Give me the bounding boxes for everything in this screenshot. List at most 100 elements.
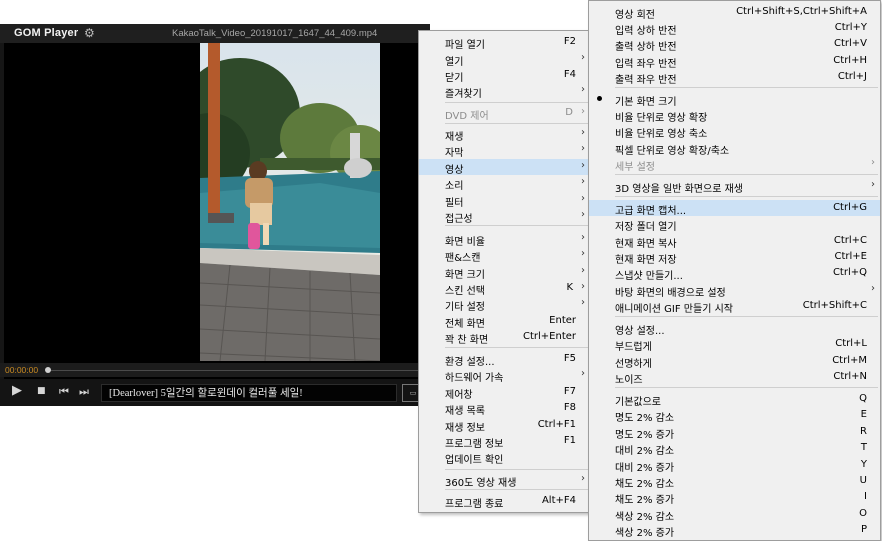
video-menu-item[interactable]: 영상 설정...	[589, 320, 880, 337]
main-menu-item-shortcut: F1	[563, 435, 576, 446]
main-menu-item-shortcut: F5	[563, 353, 576, 364]
video-menu-item-label: 명도 2% 감소	[615, 413, 675, 424]
video-menu-item-shortcut: R	[860, 426, 867, 437]
video-menu-item-shortcut: Ctrl+C	[833, 235, 867, 246]
video-menu-item[interactable]: 선명하게 Ctrl+M	[589, 353, 880, 370]
video-menu-item-label: 색상 2% 증가	[615, 528, 675, 539]
previous-icon[interactable]: ⏮	[59, 385, 69, 399]
video-menu-item[interactable]: 채도 2% 감소 U	[589, 473, 880, 490]
video-menu-item-shortcut: Ctrl+V	[833, 38, 867, 49]
main-menu-item[interactable]: 접근성 ›	[419, 208, 590, 225]
main-menu-item[interactable]: 재생 정보 Ctrl+F1	[419, 417, 590, 434]
video-menu-item-label: 노이즈	[615, 375, 643, 386]
stop-icon[interactable]: ■	[37, 386, 46, 396]
next-icon[interactable]: ⏭	[79, 385, 89, 399]
video-menu-item[interactable]: 명도 2% 증가 R	[589, 424, 880, 441]
main-menu-item[interactable]: 재생 ›	[419, 126, 590, 143]
submenu-arrow-icon: ›	[581, 473, 585, 484]
video-menu-item-shortcut: Ctrl+M	[832, 355, 867, 366]
main-menu-item[interactable]: 팬&스캔 ›	[419, 247, 590, 264]
seek-bar[interactable]: 00:00:00	[0, 363, 430, 377]
main-menu-item[interactable]: 화면 비율 ›	[419, 231, 590, 248]
main-menu-item[interactable]: 필터 ›	[419, 192, 590, 209]
menu-separator	[615, 316, 878, 317]
video-menu-item-label: 기본 화면 크기	[615, 97, 677, 108]
video-menu-item[interactable]: 노이즈 Ctrl+N	[589, 369, 880, 386]
video-menu-item[interactable]: 비율 단위로 영상 확장	[589, 107, 880, 124]
main-menu-item[interactable]: 전체 화면 Enter	[419, 313, 590, 330]
main-menu-item[interactable]: 자막 ›	[419, 142, 590, 159]
seek-track[interactable]	[48, 370, 426, 371]
main-menu-item[interactable]: 꽉 찬 화면 Ctrl+Enter	[419, 329, 590, 346]
main-menu-item[interactable]: 하드웨어 가속 ›	[419, 367, 590, 384]
gear-icon[interactable]: ⚙	[84, 26, 95, 40]
video-menu-item[interactable]: 비율 단위로 영상 축소	[589, 123, 880, 140]
menu-separator	[615, 87, 878, 88]
video-menu-item[interactable]: 스냅샷 만들기... Ctrl+Q	[589, 265, 880, 282]
menu-separator	[445, 469, 588, 470]
video-menu-item-shortcut: Ctrl+L	[835, 338, 867, 349]
video-menu-item-label: 영상 회전	[615, 10, 655, 21]
video-menu-item[interactable]: 대비 2% 감소 T	[589, 440, 880, 457]
main-menu-item[interactable]: 프로그램 정보 F1	[419, 433, 590, 450]
submenu-arrow-icon: ›	[871, 179, 875, 190]
main-menu-item-label: 영상	[445, 165, 464, 176]
video-menu-item-shortcut: Ctrl+N	[833, 371, 867, 382]
video-menu-item[interactable]: 대비 2% 증가 Y	[589, 457, 880, 474]
submenu-arrow-icon: ›	[581, 160, 585, 171]
video-menu-item[interactable]: 현재 화면 복사 Ctrl+C	[589, 233, 880, 250]
video-menu-item-shortcut: Ctrl+Shift+S,Ctrl+Shift+A	[736, 6, 867, 17]
main-menu-item[interactable]: 열기 ›	[419, 51, 590, 68]
main-menu-item-label: 업데이트 확인	[445, 455, 504, 466]
main-menu-item[interactable]: 기타 설정 ›	[419, 296, 590, 313]
video-menu-item[interactable]: 기본값으로 Q	[589, 391, 880, 408]
main-menu-item[interactable]: 소리 ›	[419, 175, 590, 192]
file-name: KakaoTalk_Video_20191017_1647_44_409.mp4	[172, 28, 378, 39]
main-menu-item[interactable]: 업데이트 확인	[419, 449, 590, 466]
video-menu-item[interactable]: 색상 2% 감소 O	[589, 506, 880, 523]
main-menu-item[interactable]: 환경 설정... F5	[419, 351, 590, 368]
main-menu-item[interactable]: 스킨 선택 K ›	[419, 280, 590, 297]
main-menu-item[interactable]: 파일 열기 F2	[419, 34, 590, 51]
player-window: GOM Player ⚙ KakaoTalk_Video_20191017_16…	[0, 24, 430, 406]
video-menu-item[interactable]: 부드럽게 Ctrl+L	[589, 336, 880, 353]
video-menu-item[interactable]: 명도 2% 감소 E	[589, 407, 880, 424]
main-menu-item-label: 꽉 찬 화면	[445, 335, 489, 346]
ad-banner[interactable]: [Dearlover] 5일간의 할로윈데이 컬러풀 세일!	[101, 384, 397, 402]
seek-knob[interactable]	[45, 367, 51, 373]
main-menu-item[interactable]: 재생 목록 F8	[419, 400, 590, 417]
video-menu-item[interactable]: 색상 2% 증가 P	[589, 522, 880, 539]
menu-separator	[615, 387, 878, 388]
video-menu-item[interactable]: 출력 좌우 반전 Ctrl+J	[589, 69, 880, 86]
main-menu-item[interactable]: 프로그램 종료 Alt+F4	[419, 493, 590, 510]
main-menu-item[interactable]: 화면 크기 ›	[419, 264, 590, 281]
context-menu-main: 파일 열기 F2 열기 › 닫기 F4 즐겨찾기 › DVD 제어 D › 재생 › 자막 › 영상 › 소리 › 필…	[418, 30, 591, 513]
video-menu-item[interactable]: 기본 화면 크기	[589, 91, 880, 108]
main-menu-item-label: 재생	[445, 132, 464, 143]
video-menu-item[interactable]: 저장 폴더 열기	[589, 216, 880, 233]
submenu-arrow-icon: ›	[581, 209, 585, 220]
video-menu-item[interactable]: 3D 영상을 일반 화면으로 재생 ›	[589, 178, 880, 195]
video-menu-item[interactable]: 바탕 화면의 배경으로 설정 ›	[589, 282, 880, 299]
video-menu-item[interactable]: 영상 회전 Ctrl+Shift+S,Ctrl+Shift+A	[589, 4, 880, 21]
video-menu-item[interactable]: 픽셀 단위로 영상 확장/축소	[589, 140, 880, 157]
video-menu-item[interactable]: 애니메이션 GIF 만들기 시작 Ctrl+Shift+C	[589, 298, 880, 315]
main-menu-item-shortcut: F8	[563, 402, 576, 413]
video-menu-item[interactable]: 입력 상하 반전 Ctrl+Y	[589, 20, 880, 37]
video-area[interactable]	[4, 43, 426, 381]
main-menu-item[interactable]: 제어창 F7	[419, 384, 590, 401]
video-menu-item[interactable]: 채도 2% 증가 I	[589, 489, 880, 506]
video-menu-item-label: 대비 2% 감소	[615, 446, 675, 457]
video-menu-item[interactable]: 입력 좌우 반전 Ctrl+H	[589, 53, 880, 70]
main-menu-item[interactable]: 360도 영상 재생 ›	[419, 472, 590, 489]
main-menu-item-label: 프로그램 정보	[445, 439, 504, 450]
title-bar[interactable]: GOM Player ⚙ KakaoTalk_Video_20191017_16…	[0, 24, 430, 43]
main-menu-item[interactable]: 즐겨찾기 ›	[419, 83, 590, 100]
main-menu-item[interactable]: 닫기 F4	[419, 67, 590, 84]
video-menu-item[interactable]: 고급 화면 캡처... Ctrl+G	[589, 200, 880, 217]
main-menu-item-shortcut: F7	[563, 386, 576, 397]
video-menu-item[interactable]: 현재 화면 저장 Ctrl+E	[589, 249, 880, 266]
play-icon[interactable]: ▶	[12, 383, 22, 398]
main-menu-item[interactable]: 영상 ›	[419, 159, 590, 176]
video-menu-item[interactable]: 출력 상하 반전 Ctrl+V	[589, 36, 880, 53]
